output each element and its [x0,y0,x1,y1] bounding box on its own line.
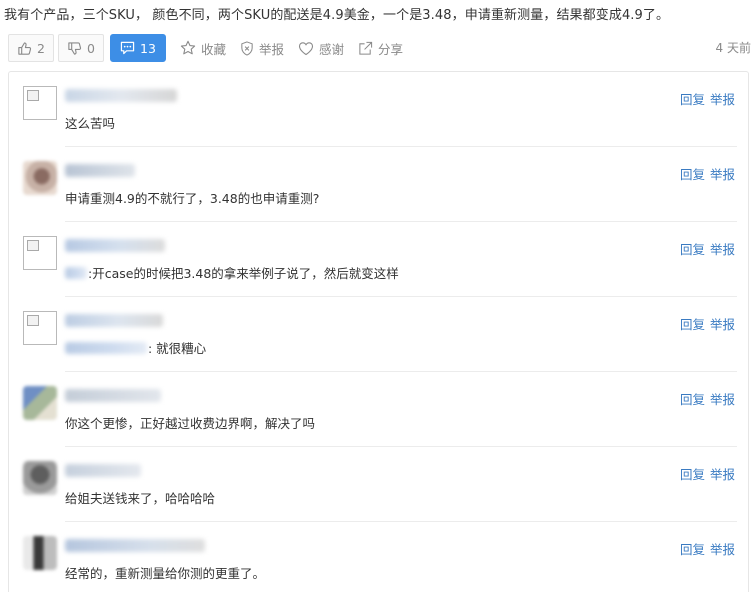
report-label: 举报 [259,41,285,57]
report-link[interactable]: 举报 [710,92,735,107]
comment-text: 申请重测4.9的不就行了，3.48的也申请重测? [65,191,320,206]
thanks-label: 感谢 [319,41,345,57]
broken-image-icon[interactable] [23,311,57,345]
share-label: 分享 [378,41,404,57]
share-button[interactable]: 分享 [356,34,405,62]
share-icon [359,41,373,55]
shield-x-icon [241,40,253,56]
report-link[interactable]: 举报 [710,542,735,557]
username-redacted[interactable] [65,314,163,327]
username-redacted[interactable] [65,239,165,252]
username-redacted[interactable] [65,539,205,552]
comment-text: :开case的时候把3.48的拿来举例子说了，然后就变这样 [65,263,399,282]
comment-actions: 回复 举报 [680,464,735,483]
thumbs-down-icon [68,41,82,55]
mention-redacted [65,342,147,354]
like-count: 2 [37,40,45,56]
comment-item: 经常的，重新测量给你测的更重了。 回复 举报 [9,522,748,592]
blurred-avatar[interactable] [23,386,57,420]
comment-actions: 回复 举报 [680,164,735,183]
comment-text: 经常的，重新测量给你测的更重了。 [65,566,266,581]
blurred-avatar[interactable] [23,536,57,570]
comment-text: 这么苦吗 [65,116,116,131]
reply-link[interactable]: 回复 [680,392,705,407]
post-action-bar: 2 0 13 收藏 举报 感谢 分享 4 天前 [8,34,753,62]
reply-link[interactable]: 回复 [680,167,705,182]
favorite-label: 收藏 [201,41,227,57]
comment-text: 给姐夫送钱来了，哈哈哈哈 [65,491,216,506]
thanks-button[interactable]: 感谢 [296,34,346,62]
report-link[interactable]: 举报 [710,242,735,257]
comment-actions: 回复 举报 [680,89,735,108]
comment-text: 你这个更惨，正好越过收费边界啊，解决了吗 [65,416,316,431]
username-redacted[interactable] [65,164,135,177]
thumbs-up-icon [18,41,32,55]
comments-button[interactable]: 13 [110,34,166,62]
comment-actions: 回复 举报 [680,314,735,333]
comment-item: : 就很糟心 回复 举报 [9,297,748,372]
comment-item: :开case的时候把3.48的拿来举例子说了，然后就变这样 回复 举报 [9,222,748,297]
reply-link[interactable]: 回复 [680,242,705,257]
comment-list: 这么苦吗 回复 举报 申请重测4.9的不就行了，3.48的也申请重测? 回复 举报 … [8,71,749,592]
reply-link[interactable]: 回复 [680,317,705,332]
comment-actions: 回复 举报 [680,539,735,558]
blurred-avatar[interactable] [23,161,57,195]
report-link[interactable]: 举报 [710,317,735,332]
comment-item: 这么苦吗 回复 举报 [9,72,748,147]
comment-item: 申请重测4.9的不就行了，3.48的也申请重测? 回复 举报 [9,147,748,222]
post-text: 我有个产品，三个SKU， 颜色不同，两个SKU的配送是4.9美金，一个是3.48… [4,8,670,23]
reply-link[interactable]: 回复 [680,467,705,482]
report-link[interactable]: 举报 [710,467,735,482]
post-timestamp: 4 天前 [715,41,751,55]
reply-link[interactable]: 回复 [680,542,705,557]
report-link[interactable]: 举报 [710,392,735,407]
comment-item: 给姐夫送钱来了，哈哈哈哈 回复 举报 [9,447,748,522]
favorite-button[interactable]: 收藏 [178,34,228,62]
mention-redacted [65,267,87,279]
username-redacted[interactable] [65,464,141,477]
report-button[interactable]: 举报 [238,34,286,62]
comment-item: 你这个更惨，正好越过收费边界啊，解决了吗 回复 举报 [9,372,748,447]
reply-link[interactable]: 回复 [680,92,705,107]
blurred-avatar[interactable] [23,461,57,495]
broken-image-icon[interactable] [23,236,57,270]
comment-text: : 就很糟心 [65,338,206,357]
comment-count: 13 [140,40,156,56]
report-link[interactable]: 举报 [710,167,735,182]
comment-actions: 回复 举报 [680,239,735,258]
comment-actions: 回复 举报 [680,389,735,408]
username-redacted[interactable] [65,389,161,402]
dislike-button[interactable]: 0 [58,34,104,62]
dislike-count: 0 [87,40,95,56]
like-button[interactable]: 2 [8,34,54,62]
heart-icon [298,41,314,55]
comment-bubble-icon [120,41,135,55]
broken-image-icon[interactable] [23,86,57,120]
star-icon [180,40,196,55]
username-redacted[interactable] [65,89,177,102]
